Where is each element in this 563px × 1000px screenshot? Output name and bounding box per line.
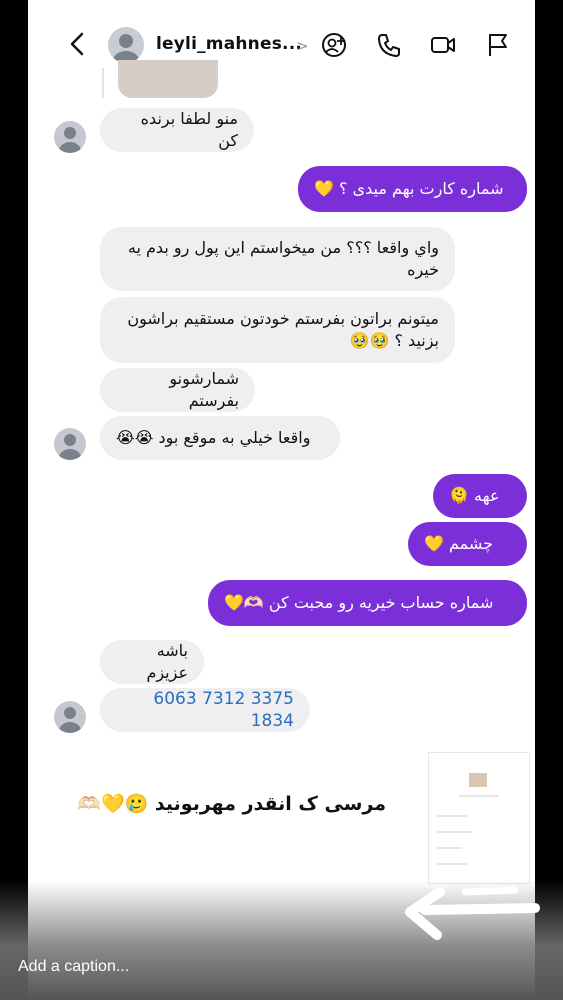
contact-avatar bbox=[54, 428, 86, 460]
shared-photo[interactable] bbox=[118, 60, 218, 98]
video-camera-icon[interactable] bbox=[429, 31, 457, 59]
story-caption-text[interactable]: مرسی ک انقدر مهربونید 🥲💛🫶🏻 bbox=[56, 792, 386, 815]
phone-icon[interactable] bbox=[375, 31, 403, 59]
message-incoming[interactable]: واقعا خيلي به موقع بود 😭😭 bbox=[100, 416, 340, 460]
contact-avatar bbox=[54, 701, 86, 733]
chat-header: leyli_mahnes... > bbox=[28, 0, 535, 80]
avatar[interactable] bbox=[108, 27, 144, 63]
add-person-icon[interactable] bbox=[320, 31, 348, 59]
back-arrow-icon[interactable] bbox=[64, 30, 92, 58]
username[interactable]: leyli_mahnes... bbox=[156, 34, 302, 54]
message-outgoing[interactable]: عهه 🫠 bbox=[433, 474, 527, 518]
message-outgoing[interactable]: چشمم 💛 bbox=[408, 522, 527, 566]
chevron-right-icon: > bbox=[296, 37, 309, 55]
message-outgoing[interactable]: شماره کارت بهم میدی ؟ 💛 bbox=[298, 166, 527, 212]
chat-screen: leyli_mahnes... > منو لطفا برنده کن شمار… bbox=[28, 0, 535, 1000]
message-incoming[interactable]: باشه عزیزم bbox=[100, 640, 204, 684]
reply-line bbox=[102, 68, 104, 98]
message-incoming[interactable]: شمارشونو بفرستم bbox=[100, 368, 255, 412]
message-incoming[interactable]: منو لطفا برنده کن bbox=[100, 108, 254, 152]
arrow-sticker-icon bbox=[405, 886, 540, 940]
message-incoming[interactable]: واي واقعا ؟؟؟ من ميخواستم اين پول رو بدم… bbox=[100, 227, 455, 291]
message-outgoing[interactable]: شماره حساب خیریه رو محبت کن 🫶🏻💛 bbox=[208, 580, 527, 626]
contact-avatar bbox=[54, 121, 86, 153]
card-number-message[interactable]: 6063 7312 3375 1834 bbox=[100, 688, 310, 732]
caption-input[interactable]: Add a caption... bbox=[18, 958, 129, 976]
attached-image-thumbnail[interactable] bbox=[428, 752, 530, 884]
flag-icon[interactable] bbox=[484, 31, 512, 59]
message-incoming[interactable]: ميتونم براتون بفرستم خودتون مستقيم براشو… bbox=[100, 297, 455, 363]
